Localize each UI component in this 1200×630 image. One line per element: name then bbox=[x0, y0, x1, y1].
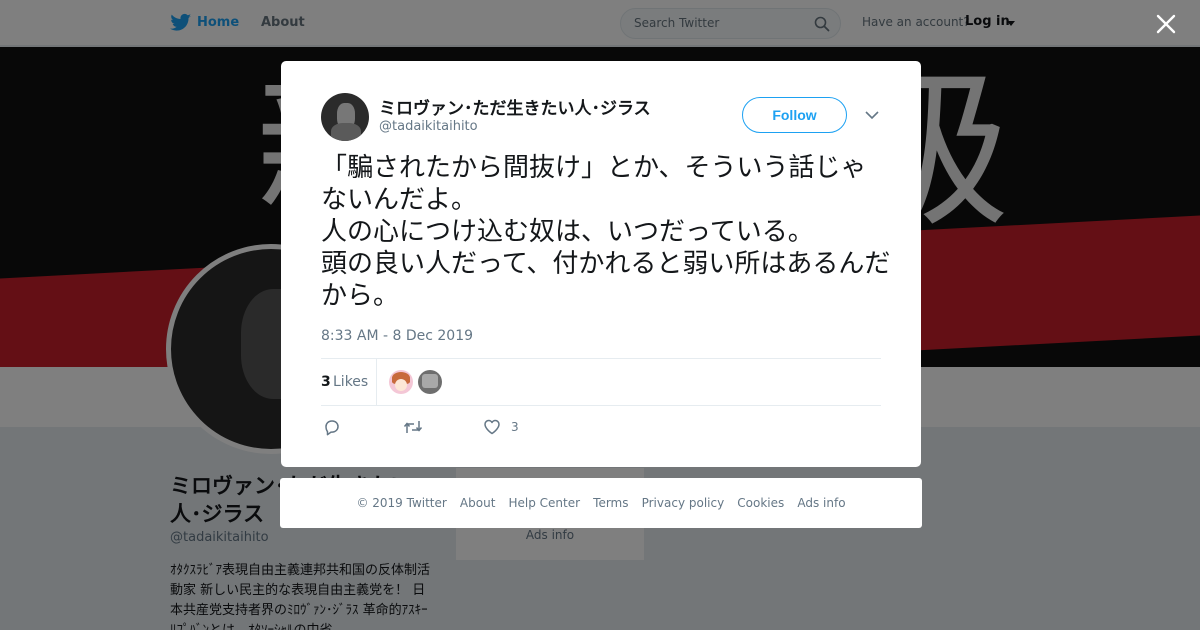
liker-avatar[interactable] bbox=[418, 370, 442, 394]
tweet-stats: 3 Likes bbox=[321, 358, 881, 406]
footer-copyright: © 2019 Twitter bbox=[356, 496, 447, 510]
author-avatar-body bbox=[331, 123, 361, 141]
heart-icon[interactable] bbox=[483, 418, 501, 436]
reply-icon[interactable] bbox=[323, 418, 341, 436]
footer-privacy-link[interactable]: Privacy policy bbox=[642, 478, 725, 528]
close-icon[interactable] bbox=[1155, 13, 1177, 35]
tweet-timestamp[interactable]: 8:33 AM - 8 Dec 2019 bbox=[321, 328, 473, 344]
modal-footer: © 2019 Twitter About Help Center Terms P… bbox=[280, 478, 922, 528]
footer-help-link[interactable]: Help Center bbox=[509, 478, 581, 528]
retweet-icon[interactable] bbox=[403, 418, 423, 436]
liker-avatar-image bbox=[422, 374, 438, 388]
tweet-modal: ミロヴァン･ただ生きたい人･ジラス @tadaikitaihito Follow… bbox=[281, 61, 921, 467]
liker-avatar[interactable] bbox=[389, 370, 413, 394]
footer-terms-link[interactable]: Terms bbox=[593, 478, 628, 528]
footer-cookies-link[interactable]: Cookies bbox=[737, 478, 784, 528]
like-action-count[interactable]: 3 bbox=[511, 420, 519, 434]
stats-divider bbox=[376, 359, 377, 405]
likes-label[interactable]: Likes bbox=[333, 374, 368, 390]
author-handle[interactable]: @tadaikitaihito bbox=[379, 119, 478, 134]
tweet-actions: 3 bbox=[321, 418, 881, 438]
chevron-down-icon[interactable] bbox=[865, 110, 879, 120]
follow-button[interactable]: Follow bbox=[742, 97, 847, 133]
tweet-text: 「騙されたから間抜け」とか、そういう話じゃないんだよ。 人の心につけ込む奴は、い… bbox=[321, 153, 891, 311]
author-name[interactable]: ミロヴァン･ただ生きたい人･ジラス bbox=[379, 94, 651, 119]
author-avatar[interactable] bbox=[321, 93, 369, 141]
footer-about-link[interactable]: About bbox=[460, 478, 495, 528]
likes-count[interactable]: 3 bbox=[321, 374, 331, 390]
footer-ads-link[interactable]: Ads info bbox=[797, 478, 845, 528]
liker-avatar-face bbox=[395, 379, 407, 391]
